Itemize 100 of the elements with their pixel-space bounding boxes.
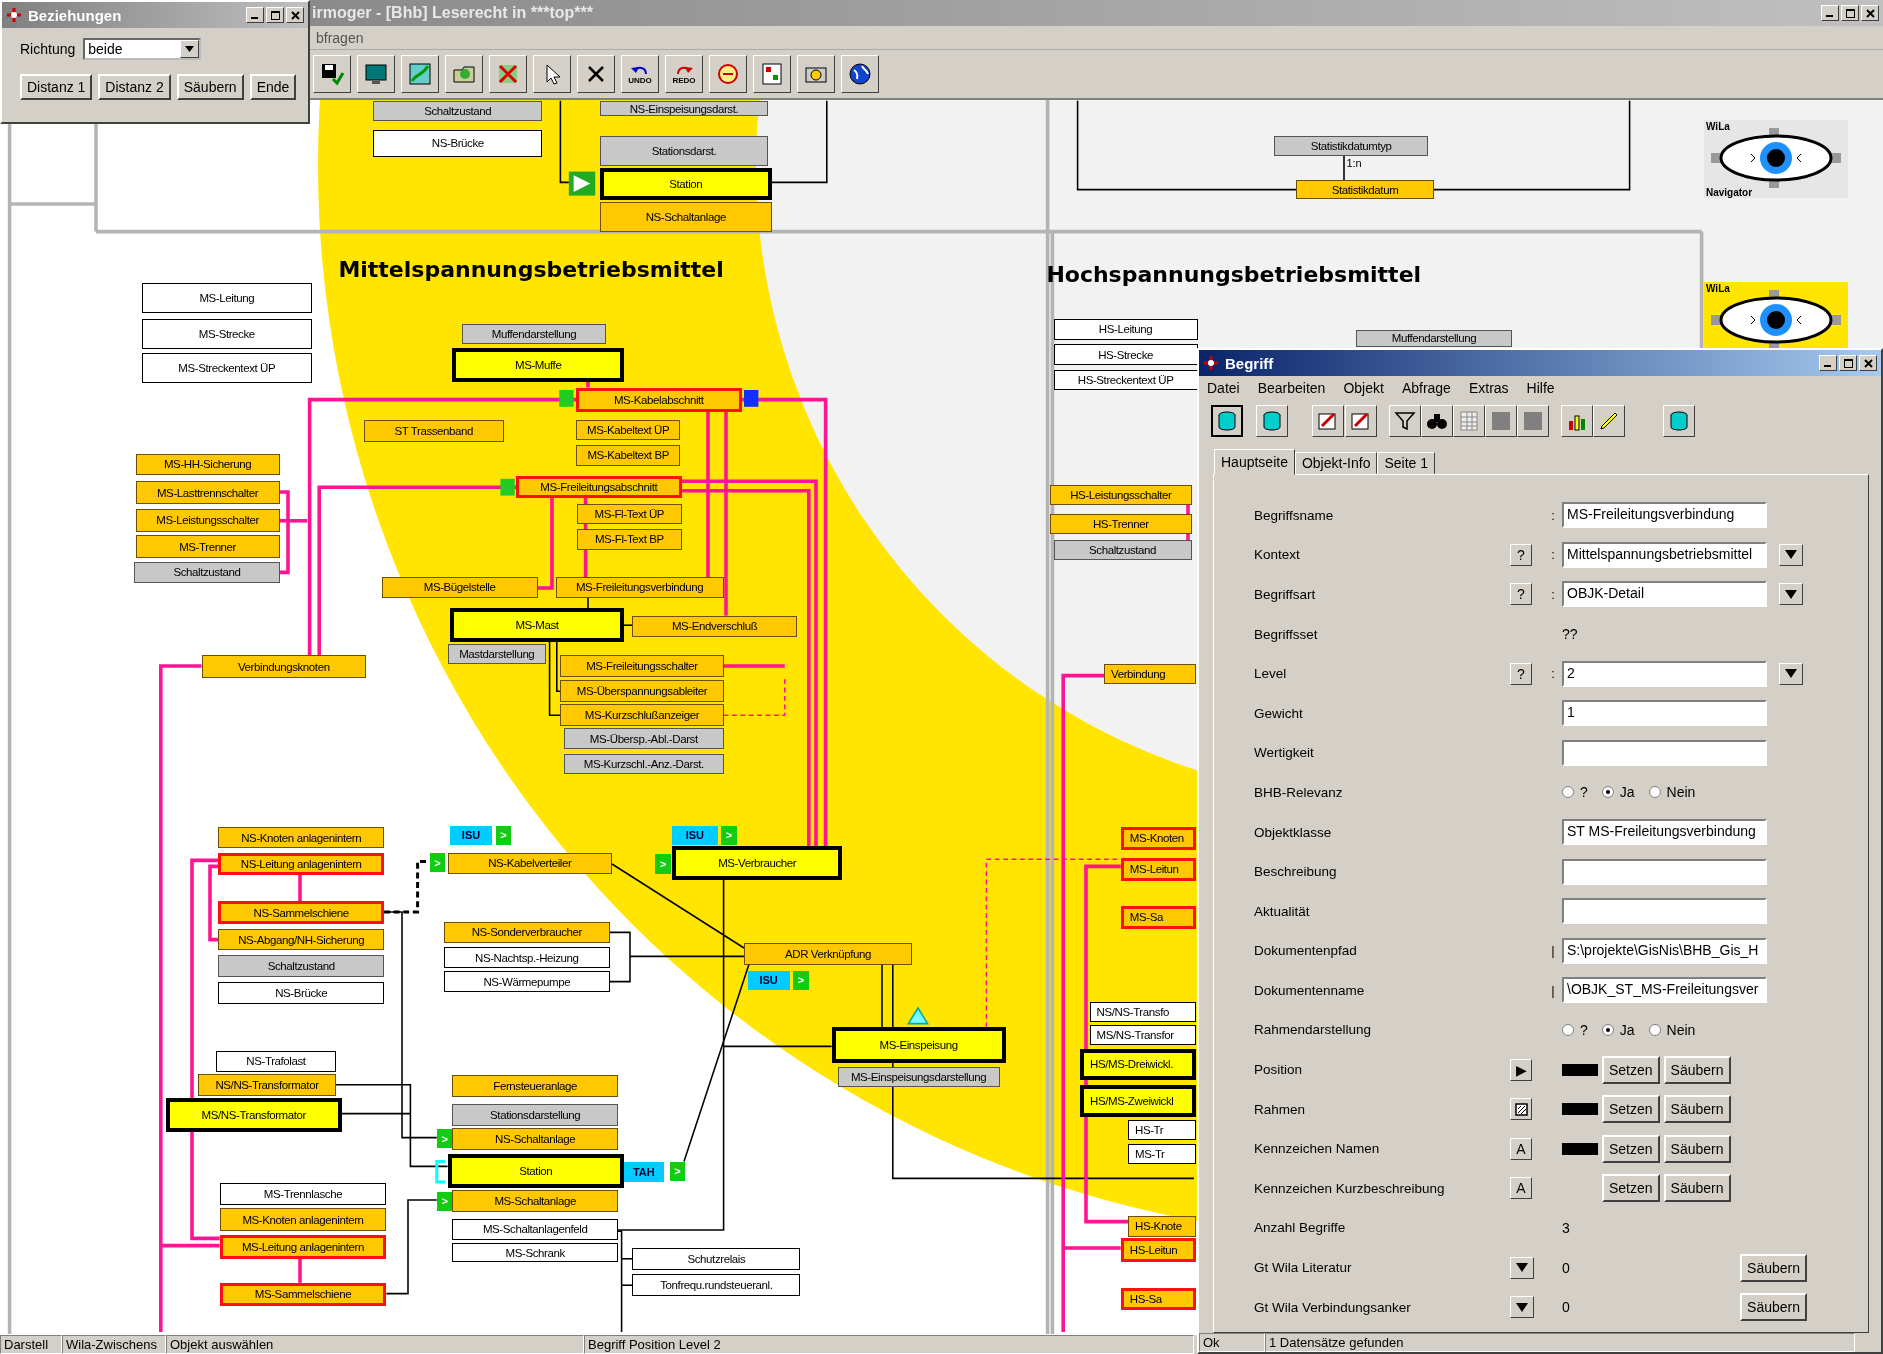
dropdown-button[interactable] — [1779, 543, 1803, 566]
form-button[interactable]: Säubern — [1663, 1055, 1731, 1084]
diagram-node: NS-Leitung anlagenintern — [218, 853, 384, 875]
diagram-node: Stationsdarst. — [600, 135, 768, 166]
style-picker-button[interactable] — [1510, 1098, 1532, 1121]
close-button[interactable] — [1859, 355, 1877, 371]
dropdown-button[interactable] — [1510, 1256, 1534, 1279]
diagram-node: MS-Kurzschl.-Anz.-Darst. — [564, 753, 724, 774]
help-button[interactable]: ? — [1510, 583, 1532, 606]
radio-label: Ja — [1619, 784, 1635, 801]
diagram-node: NS-Brücke — [218, 981, 384, 1005]
status-text: Begriff Position Level 2 — [584, 1335, 1194, 1354]
minimize-button[interactable] — [1821, 5, 1839, 21]
style-picker-button[interactable]: ▶ — [1510, 1058, 1532, 1081]
toolbar-button[interactable] — [1211, 405, 1243, 438]
field-label: Begriffsname — [1254, 507, 1335, 523]
dialog-button[interactable]: Distanz 1 — [20, 74, 93, 100]
menu-item[interactable]: Hilfe — [1520, 379, 1561, 396]
form-button[interactable]: Setzen — [1602, 1134, 1660, 1163]
dialog-title: Beziehungen — [28, 6, 123, 24]
app-logo-icon — [6, 7, 22, 23]
text-field[interactable]: 2 — [1562, 660, 1767, 687]
maximize-button[interactable] — [1839, 355, 1857, 371]
close-button[interactable] — [1861, 5, 1879, 21]
radio-option[interactable]: Nein — [1648, 784, 1696, 801]
field-label: Kennzeichen Kurzbeschreibung — [1254, 1180, 1446, 1196]
maximize-icon — [270, 10, 280, 20]
dropdown-button[interactable] — [1779, 662, 1803, 685]
cardinality-label: 1:n — [1346, 157, 1362, 170]
text-field[interactable]: OBJK-Detail — [1562, 581, 1767, 608]
text-field[interactable]: ST MS-Freileitungsverbindung — [1562, 819, 1767, 845]
form-button[interactable]: Setzen — [1602, 1174, 1660, 1203]
toolbar-button[interactable]: REDO — [665, 55, 703, 93]
tab[interactable]: Seite 1 — [1377, 452, 1435, 475]
separator-mark: : — [1551, 507, 1555, 523]
text-field[interactable]: MS-Freileitungsverbindung — [1562, 502, 1767, 529]
form-button[interactable]: Säubern — [1740, 1253, 1807, 1282]
form-button[interactable]: Säubern — [1663, 1134, 1731, 1163]
radio-button[interactable] — [1601, 1023, 1614, 1036]
tab[interactable]: Objekt-Info — [1294, 452, 1378, 475]
diagram-node: Verbindungsknoten — [201, 655, 366, 678]
diagram-node: Fernsteueranlage — [452, 1075, 618, 1097]
menu-item[interactable]: Objekt — [1337, 379, 1390, 396]
dialog-button[interactable]: Ende — [249, 74, 297, 100]
dropdown-button[interactable] — [1510, 1296, 1534, 1319]
toolbar-button[interactable]: UNDO — [621, 55, 659, 93]
tab[interactable]: Hauptseite — [1214, 449, 1295, 476]
menu-item[interactable]: bfragen — [310, 29, 370, 46]
diagram-node: MS-Sammelschiene — [219, 1282, 387, 1306]
radio-button[interactable] — [1562, 1023, 1574, 1036]
form-button[interactable]: Setzen — [1602, 1095, 1660, 1124]
navigator-widget[interactable]: WiLa Navigator — [1704, 120, 1848, 198]
help-button[interactable]: ? — [1510, 543, 1532, 566]
dialog-button[interactable]: Säubern — [176, 74, 244, 100]
separator-mark: : — [1551, 586, 1555, 602]
minimize-button[interactable] — [1819, 355, 1837, 371]
form-button[interactable]: Setzen — [1602, 1055, 1660, 1084]
dropdown-button[interactable] — [1779, 583, 1803, 606]
menu-item[interactable]: Abfrage — [1395, 379, 1457, 396]
separator-mark: | — [1551, 943, 1555, 959]
field-label: Gt Wila Literatur — [1254, 1260, 1353, 1276]
radio-option[interactable]: ? — [1562, 784, 1588, 801]
radio-button[interactable] — [1601, 786, 1614, 799]
text-field[interactable] — [1562, 898, 1767, 925]
radio-option[interactable]: Ja — [1601, 1021, 1635, 1038]
style-picker-button[interactable]: A — [1510, 1137, 1532, 1160]
text-field[interactable]: Mittelspannungsbetriebsmittel — [1562, 541, 1767, 568]
dialog-button[interactable]: Distanz 2 — [98, 74, 171, 100]
radio-button[interactable] — [1562, 786, 1574, 799]
radio-button[interactable] — [1648, 1023, 1661, 1036]
style-picker-button[interactable]: A — [1510, 1177, 1532, 1200]
diagram-node: Schaltzustand — [218, 955, 384, 977]
diagram-node: Statistikdatumtyp — [1274, 135, 1428, 156]
text-field[interactable]: 1 — [1562, 700, 1767, 727]
field-label: Rahmendarstellung — [1254, 1022, 1373, 1038]
direction-dropdown[interactable]: beide — [83, 38, 202, 60]
diagram-node: MS-Strecke — [141, 319, 312, 350]
form-button[interactable]: Säubern — [1740, 1293, 1807, 1322]
menu-item[interactable]: Extras — [1462, 379, 1515, 396]
form-button[interactable]: Säubern — [1663, 1174, 1731, 1203]
radio-button[interactable] — [1648, 786, 1661, 799]
field-label: Objektklasse — [1254, 824, 1333, 840]
diagram-node: NS-Nachtsp.-Heizung — [444, 946, 610, 969]
form-button[interactable]: Säubern — [1663, 1095, 1731, 1124]
connector-line — [298, 874, 302, 902]
field-label: Dokumentenname — [1254, 982, 1366, 998]
field-label: Wertigkeit — [1254, 745, 1315, 761]
maximize-button[interactable] — [1841, 5, 1859, 21]
text-field[interactable]: \OBJK_ST_MS-Freileitungsver — [1562, 977, 1767, 1004]
text-field[interactable] — [1562, 739, 1767, 766]
text-field[interactable]: S:\projekte\GisNis\BHB_Gis_H — [1562, 937, 1767, 964]
text-field[interactable] — [1562, 858, 1767, 885]
radio-option[interactable]: Nein — [1648, 1021, 1696, 1038]
radio-option[interactable]: Ja — [1601, 784, 1635, 801]
help-button[interactable]: ? — [1510, 662, 1532, 685]
field-label: Rahmen — [1254, 1101, 1307, 1117]
menu-item[interactable]: Datei — [1201, 379, 1246, 396]
menu-item[interactable]: Bearbeiten — [1251, 379, 1332, 396]
diagram-node: MS-Knoten anlagenintern — [219, 1208, 387, 1232]
radio-option[interactable]: ? — [1562, 1021, 1588, 1038]
